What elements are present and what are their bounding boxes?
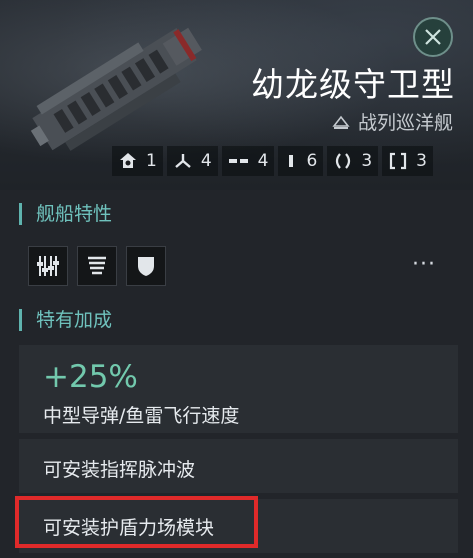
ship-class-icon (332, 115, 350, 129)
trait-weapons[interactable] (28, 246, 68, 286)
low-slot: 3 (327, 146, 379, 176)
mid-slot-icon (289, 155, 294, 167)
list-item: 可安装指挥脉冲波 (19, 439, 458, 493)
rig-slot-icon (390, 152, 407, 170)
mid-slot: 6 (278, 146, 324, 176)
bonus-card: +25% 中型导弹/鱼雷飞行速度 (19, 345, 458, 433)
high-slot: 1 (112, 146, 163, 176)
launcher-slot: 4 (221, 146, 275, 176)
more-button[interactable]: ··· (412, 252, 436, 277)
traits-section-title: 舰船特性 (19, 203, 112, 225)
turret-icon (175, 154, 191, 168)
turret-slot: 4 (166, 146, 218, 176)
shield-icon (138, 257, 154, 276)
bonus-section-title: 特有加成 (19, 309, 112, 331)
ship-name: 幼龙级守卫型 (251, 65, 455, 104)
ship-header: 幼龙级守卫型 战列巡洋舰 1 4 4 6 3 3 (0, 0, 473, 190)
high-slot-icon (120, 153, 136, 168)
close-button[interactable] (413, 17, 453, 57)
armor-layers-icon (88, 256, 106, 275)
ship-class: 战列巡洋舰 (332, 108, 453, 135)
trait-list (28, 246, 166, 286)
low-slot-icon (336, 153, 351, 169)
trait-shield[interactable] (126, 246, 166, 286)
weapons-icon (37, 256, 59, 276)
ship-class-label: 战列巡洋舰 (357, 112, 453, 134)
bonus-description: 中型导弹/鱼雷飞行速度 (43, 405, 240, 427)
rig-slot: 3 (382, 146, 433, 176)
highlight-box (15, 496, 258, 548)
close-icon (425, 29, 441, 45)
slot-layout: 1 4 4 6 3 3 (112, 146, 433, 176)
bonus-percent: +25% (43, 359, 138, 395)
bonus-item-label: 可安装指挥脉冲波 (43, 459, 196, 481)
launcher-icon (228, 159, 248, 163)
trait-armor[interactable] (77, 246, 117, 286)
